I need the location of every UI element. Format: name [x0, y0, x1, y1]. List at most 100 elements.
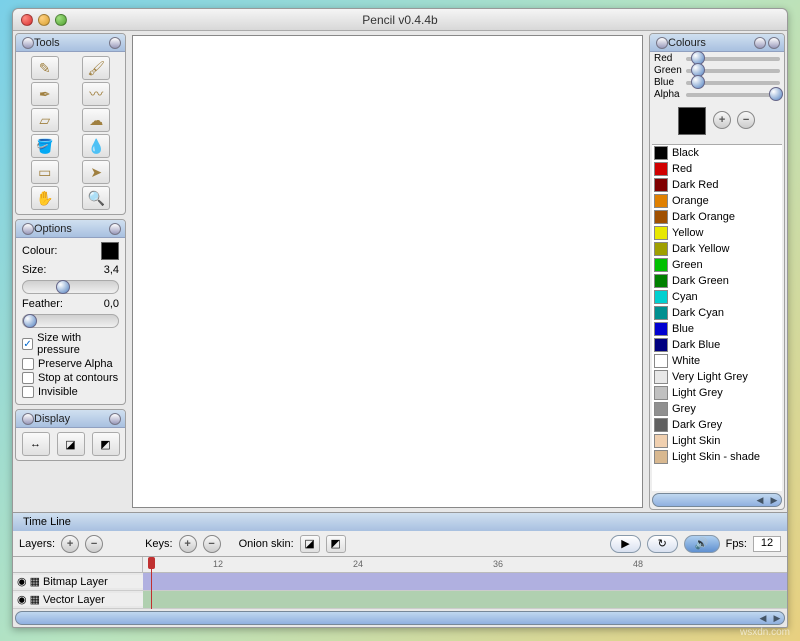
hand-tool[interactable]: ✋ [31, 186, 59, 210]
timeline-scrollbar[interactable]: ◀▶ [15, 611, 785, 625]
close-icon[interactable] [109, 223, 121, 235]
colour-item[interactable]: Dark Red [652, 177, 782, 193]
colour-item[interactable]: Blue [652, 321, 782, 337]
polyline-tool[interactable]: 〰 [82, 82, 110, 106]
colour-name: Very Light Grey [672, 371, 748, 383]
remove-key-button[interactable]: − [203, 535, 221, 553]
zoom-tool[interactable]: 🔍 [82, 186, 110, 210]
bucket-tool[interactable]: 🪣 [31, 134, 59, 158]
pen-tool[interactable]: ✒ [31, 82, 59, 106]
colour-item[interactable]: Black [652, 145, 782, 161]
colour-item[interactable]: Dark Blue [652, 337, 782, 353]
colour-name: Yellow [672, 227, 703, 239]
green-slider[interactable] [686, 69, 780, 73]
remove-layer-button[interactable]: − [85, 535, 103, 553]
colour-item[interactable]: Dark Orange [652, 209, 782, 225]
red-slider[interactable] [686, 57, 780, 61]
colour-item[interactable]: Dark Green [652, 273, 782, 289]
feather-slider[interactable] [22, 314, 119, 328]
colour-swatch[interactable] [101, 242, 119, 260]
colour-item[interactable]: Grey [652, 401, 782, 417]
eyedropper-tool[interactable]: 💧 [82, 134, 110, 158]
colour-item[interactable]: Very Light Grey [652, 369, 782, 385]
minimize-icon[interactable] [656, 37, 668, 49]
layer-name: Bitmap Layer [43, 576, 108, 588]
arrow-icon: ➤ [90, 164, 102, 181]
panel-title: Time Line [23, 516, 71, 528]
loop-button[interactable]: ↻ [647, 535, 678, 553]
onion-prev-button[interactable]: ◪ [57, 432, 85, 456]
close-icon[interactable] [768, 37, 780, 49]
panel-title: Display [34, 413, 107, 425]
checkbox[interactable] [22, 386, 34, 398]
fps-input[interactable]: 12 [753, 536, 781, 552]
checkbox[interactable]: ✓ [22, 338, 33, 350]
colour-item[interactable]: Light Skin [652, 433, 782, 449]
layer-row[interactable]: ◉▦Vector Layer [13, 591, 787, 609]
colour-swatch-icon [654, 322, 668, 336]
minimize-icon[interactable] [22, 413, 34, 425]
checkbox[interactable] [22, 372, 34, 384]
checkbox-label: Stop at contours [38, 372, 118, 384]
colour-name: White [672, 355, 700, 367]
sound-button[interactable]: 🔊 [684, 535, 720, 553]
colour-item[interactable]: White [652, 353, 782, 369]
select-tool[interactable]: ▭ [31, 160, 59, 184]
colour-list[interactable]: BlackRedDark RedOrangeDark Orange Yellow D… [652, 144, 782, 491]
colour-item[interactable]: Red [652, 161, 782, 177]
add-colour-button[interactable]: + [713, 111, 731, 129]
timeline-ruler[interactable]: 12243648 [13, 557, 787, 573]
layer-row[interactable]: ◉▦Bitmap Layer [13, 573, 787, 591]
timeline-panel: Time Line Layers: + − Keys: + − Onion sk… [13, 512, 787, 627]
onion-next-button[interactable]: ◩ [326, 535, 346, 553]
size-slider[interactable] [22, 280, 119, 294]
colour-item[interactable]: Light Skin - shade [652, 449, 782, 465]
canvas[interactable] [132, 35, 643, 508]
playhead[interactable] [151, 557, 152, 609]
brush-tool[interactable]: 🖌 [82, 56, 110, 80]
add-key-button[interactable]: + [179, 535, 197, 553]
detach-icon[interactable] [754, 37, 766, 49]
colour-scrollbar[interactable]: ◀▶ [652, 493, 782, 507]
onion-prev-button[interactable]: ◪ [300, 535, 320, 553]
close-icon[interactable] [109, 37, 121, 49]
minimize-icon[interactable] [22, 223, 34, 235]
visibility-icon[interactable]: ◉ [17, 593, 27, 606]
checkbox[interactable] [22, 358, 34, 370]
colour-item[interactable]: Orange [652, 193, 782, 209]
pencil-tool[interactable]: ✎ [31, 56, 59, 80]
layers-label: Layers: [19, 538, 55, 550]
mirror-button[interactable]: ↔ [22, 432, 50, 456]
blue-slider[interactable] [686, 81, 780, 85]
layer-name: Vector Layer [43, 594, 105, 606]
titlebar[interactable]: Pencil v0.4.4b [13, 9, 787, 31]
colour-item[interactable]: Yellow [652, 225, 782, 241]
layer-track[interactable] [143, 573, 787, 590]
colour-item[interactable]: Dark Yellow [652, 241, 782, 257]
colour-item[interactable]: Green [652, 257, 782, 273]
remove-colour-button[interactable]: − [737, 111, 755, 129]
layer-track[interactable] [143, 591, 787, 608]
colour-item[interactable]: Dark Cyan [652, 305, 782, 321]
channel-label: Green [654, 65, 686, 76]
colour-item[interactable]: Cyan [652, 289, 782, 305]
colour-item[interactable]: Light Grey [652, 385, 782, 401]
current-colour-swatch[interactable] [678, 107, 706, 135]
visibility-icon[interactable]: ◉ [17, 575, 27, 588]
minimize-icon[interactable] [22, 37, 34, 49]
hand-icon: ✋ [36, 190, 53, 207]
mirror-icon: ↔ [30, 438, 41, 450]
tick-label: 24 [353, 559, 363, 569]
alpha-slider[interactable] [686, 93, 780, 97]
colour-item[interactable]: Dark Grey [652, 417, 782, 433]
play-button[interactable]: ▶ [610, 535, 640, 553]
play-icon: ▶ [621, 537, 629, 550]
colour-name: Dark Yellow [672, 243, 729, 255]
move-tool[interactable]: ➤ [82, 160, 110, 184]
close-icon[interactable] [109, 413, 121, 425]
smudge-tool[interactable]: ☁ [82, 108, 110, 132]
eraser-tool[interactable]: ▱ [31, 108, 59, 132]
colour-swatch-icon [654, 418, 668, 432]
add-layer-button[interactable]: + [61, 535, 79, 553]
onion-next-button[interactable]: ◩ [92, 432, 120, 456]
